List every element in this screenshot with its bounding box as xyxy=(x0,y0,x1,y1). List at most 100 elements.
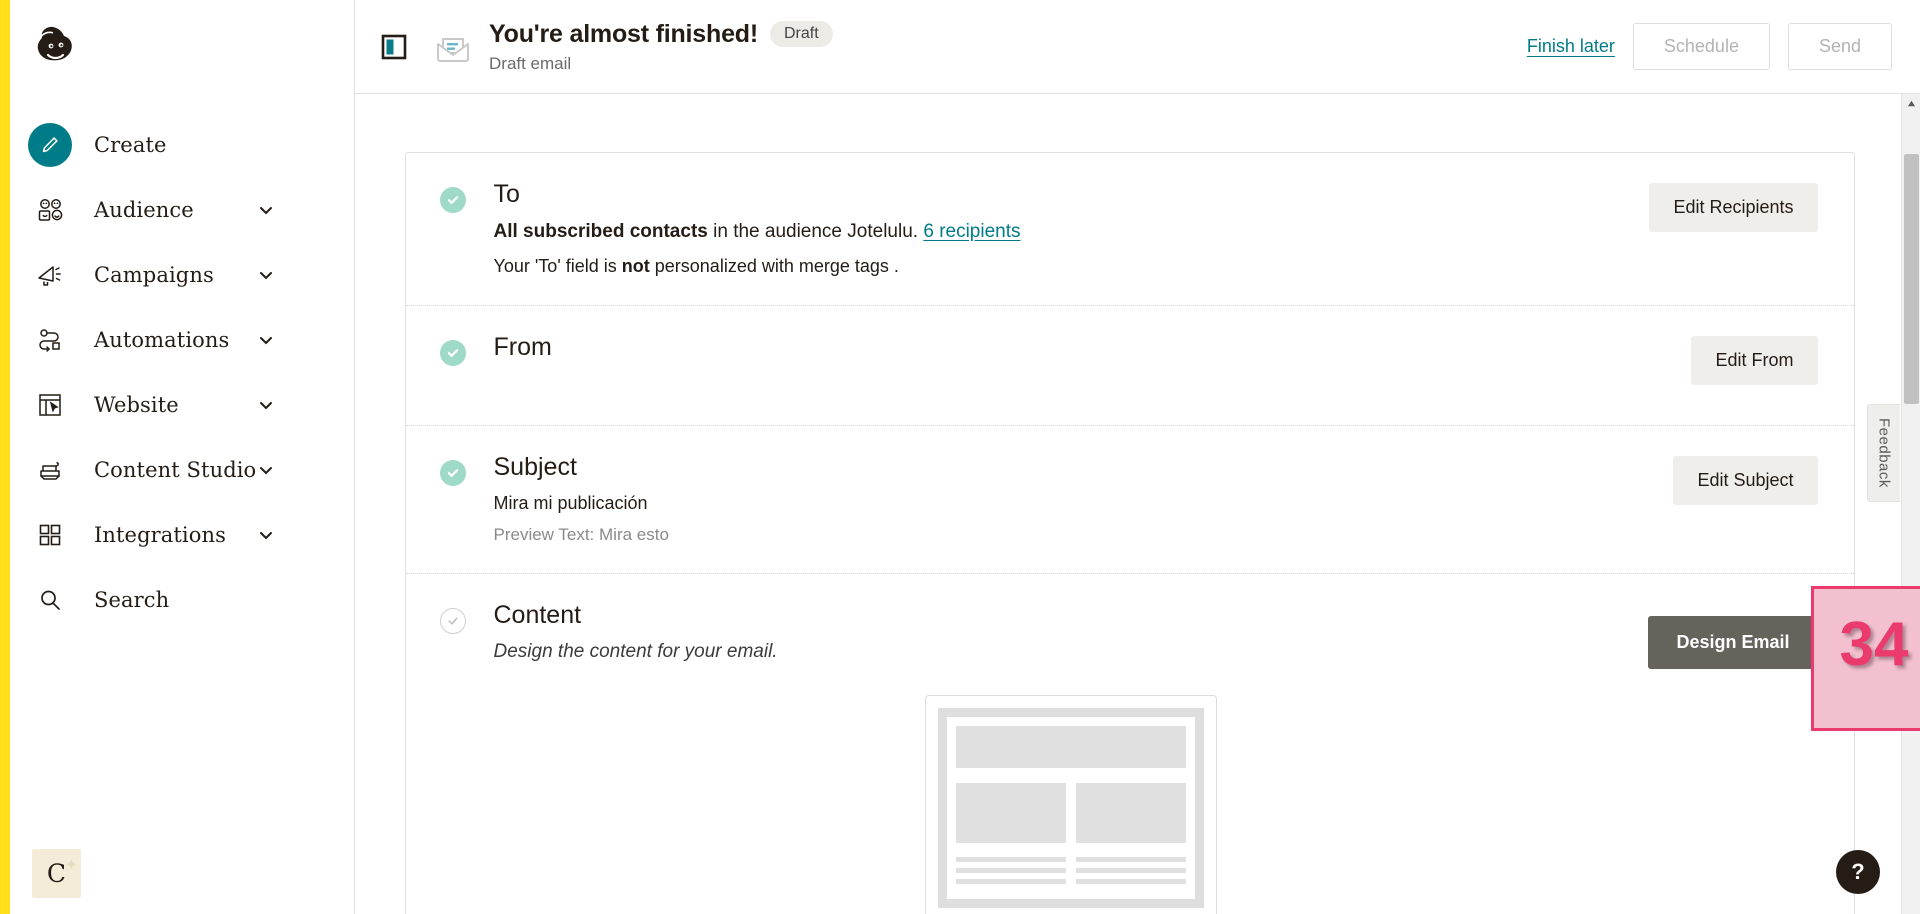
check-pending-icon xyxy=(439,608,466,634)
sidebar-item-label: Audience xyxy=(94,197,194,222)
template-line xyxy=(1075,856,1186,862)
design-email-button[interactable]: Design Email xyxy=(1648,616,1818,669)
template-line xyxy=(955,856,1066,862)
chevron-down-icon[interactable] xyxy=(258,267,274,283)
content-inner: To All subscribed contacts in the audien… xyxy=(355,94,1920,914)
section-from-body: From xyxy=(493,332,1692,362)
sidebar-item-label: Create xyxy=(94,132,167,157)
section-from: From Edit From xyxy=(405,306,1854,426)
check-done-icon xyxy=(439,459,466,486)
panel-toggle-icon[interactable] xyxy=(379,32,409,62)
sidebar-item-audience[interactable]: Audience xyxy=(10,177,354,242)
content-scroll-area: To All subscribed contacts in the audien… xyxy=(355,94,1920,914)
primary-sidebar: Create Audience Campaigns Automations We… xyxy=(0,0,355,914)
sidebar-item-label: Campaigns xyxy=(94,262,214,287)
avatar-initial: C xyxy=(46,859,67,888)
grid-icon xyxy=(28,513,72,557)
section-content: Content Design the content for your emai… xyxy=(406,574,1854,914)
section-content-action: Design Email xyxy=(1648,602,1818,669)
sidebar-item-label: Content Studio xyxy=(94,457,257,482)
website-icon xyxy=(28,383,72,427)
chevron-down-icon[interactable] xyxy=(258,202,274,218)
section-from-title: From xyxy=(493,332,552,361)
sidebar-item-label: Automations xyxy=(94,327,230,352)
edit-subject-button[interactable]: Edit Subject xyxy=(1673,455,1818,505)
template-text-column xyxy=(1075,856,1186,890)
sidebar-item-automations[interactable]: Automations xyxy=(10,307,354,372)
section-to: To All subscribed contacts in the audien… xyxy=(405,153,1854,306)
main-region: You're almost finished! Draft Draft emai… xyxy=(355,0,1920,914)
scroll-up-arrow-icon[interactable] xyxy=(1902,94,1920,113)
template-column-block xyxy=(1075,782,1186,843)
avatar-star-decor: ✦ xyxy=(64,857,78,874)
chevron-down-icon[interactable] xyxy=(258,462,274,478)
status-badge: Draft xyxy=(769,21,833,47)
campaign-checklist-card: To All subscribed contacts in the audien… xyxy=(404,152,1855,914)
chevron-down-icon[interactable] xyxy=(258,527,274,543)
recipients-audience-bold: All subscribed contacts xyxy=(493,220,708,242)
finish-later-link[interactable]: Finish later xyxy=(1527,36,1615,57)
sidebar-item-search[interactable]: Search xyxy=(10,567,354,632)
section-content-body: Content Design the content for your emai… xyxy=(493,601,1649,914)
sidebar-item-label: Search xyxy=(94,587,170,612)
template-line xyxy=(1075,867,1186,873)
template-line xyxy=(955,878,1066,884)
section-subject-body: Subject Mira mi publicación Preview Text… xyxy=(493,452,1674,546)
scrollbar-thumb[interactable] xyxy=(1904,154,1919,404)
template-columns xyxy=(955,782,1186,843)
section-to-body: To All subscribed contacts in the audien… xyxy=(493,180,1650,277)
section-to-action: Edit Recipients xyxy=(1649,181,1818,232)
sidebar-nav: Create Audience Campaigns Automations We… xyxy=(10,112,354,632)
send-button[interactable]: Send xyxy=(1787,23,1892,70)
open-envelope-icon xyxy=(433,27,473,67)
section-subject-action: Edit Subject xyxy=(1673,454,1818,505)
edit-recipients-button[interactable]: Edit Recipients xyxy=(1649,183,1818,232)
sidebar-item-campaigns[interactable]: Campaigns xyxy=(10,242,354,307)
feedback-tab[interactable]: Feedback xyxy=(1867,404,1900,502)
sidebar-item-integrations[interactable]: Integrations xyxy=(10,502,354,567)
template-frame xyxy=(937,707,1204,908)
section-content-description: Design the content for your email. xyxy=(493,640,778,662)
app-root: Create Audience Campaigns Automations We… xyxy=(0,0,1920,914)
campaign-title-block: You're almost finished! Draft Draft emai… xyxy=(489,20,833,74)
sidebar-item-content-studio[interactable]: Content Studio xyxy=(10,437,354,502)
chevron-down-icon[interactable] xyxy=(258,397,274,413)
pencil-icon xyxy=(28,122,72,167)
edit-from-button[interactable]: Edit From xyxy=(1691,335,1818,385)
template-column-block xyxy=(955,782,1066,843)
header-actions: Finish later Schedule Send xyxy=(1527,23,1892,70)
megaphone-icon xyxy=(28,253,72,297)
template-hero-block xyxy=(955,725,1186,768)
email-template-preview[interactable] xyxy=(924,694,1217,914)
campaign-header: You're almost finished! Draft Draft emai… xyxy=(355,0,1920,94)
recipients-count-link[interactable]: 6 recipients xyxy=(923,221,1020,242)
sidebar-item-label: Website xyxy=(94,392,179,417)
logo-row xyxy=(10,0,354,100)
sidebar-item-create[interactable]: Create xyxy=(10,112,354,177)
automation-icon xyxy=(28,318,72,362)
page-title: You're almost finished! xyxy=(489,19,758,48)
sidebar-item-website[interactable]: Website xyxy=(10,372,354,437)
content-studio-icon xyxy=(28,448,72,492)
section-to-merge-note: Your 'To' field is not personalized with… xyxy=(494,256,1650,277)
section-to-title: To xyxy=(493,180,520,208)
mailchimp-freddie-logo[interactable] xyxy=(30,24,82,76)
section-subject-title: Subject xyxy=(493,452,577,481)
template-line xyxy=(955,867,1066,873)
template-text-lines xyxy=(955,856,1186,890)
title-line: You're almost finished! Draft xyxy=(489,20,833,49)
schedule-button[interactable]: Schedule xyxy=(1632,23,1770,70)
section-subject: Subject Mira mi publicación Preview Text… xyxy=(405,426,1854,574)
chevron-down-icon[interactable] xyxy=(258,332,274,348)
template-text-column xyxy=(955,856,1066,890)
sidebar-item-label: Integrations xyxy=(94,522,226,547)
question-mark-icon: ? xyxy=(1851,859,1865,884)
section-from-action: Edit From xyxy=(1691,334,1818,385)
merge-note-pre: Your 'To' field is xyxy=(493,255,622,276)
subject-value: Mira mi publicación xyxy=(493,493,648,513)
vertical-scrollbar[interactable] xyxy=(1901,94,1920,914)
avatar[interactable]: ✦ C xyxy=(32,849,81,898)
template-line xyxy=(1075,878,1186,884)
recipients-audience-mid: in the audience Jotelulu. xyxy=(707,220,924,242)
help-button[interactable]: ? xyxy=(1836,850,1880,894)
